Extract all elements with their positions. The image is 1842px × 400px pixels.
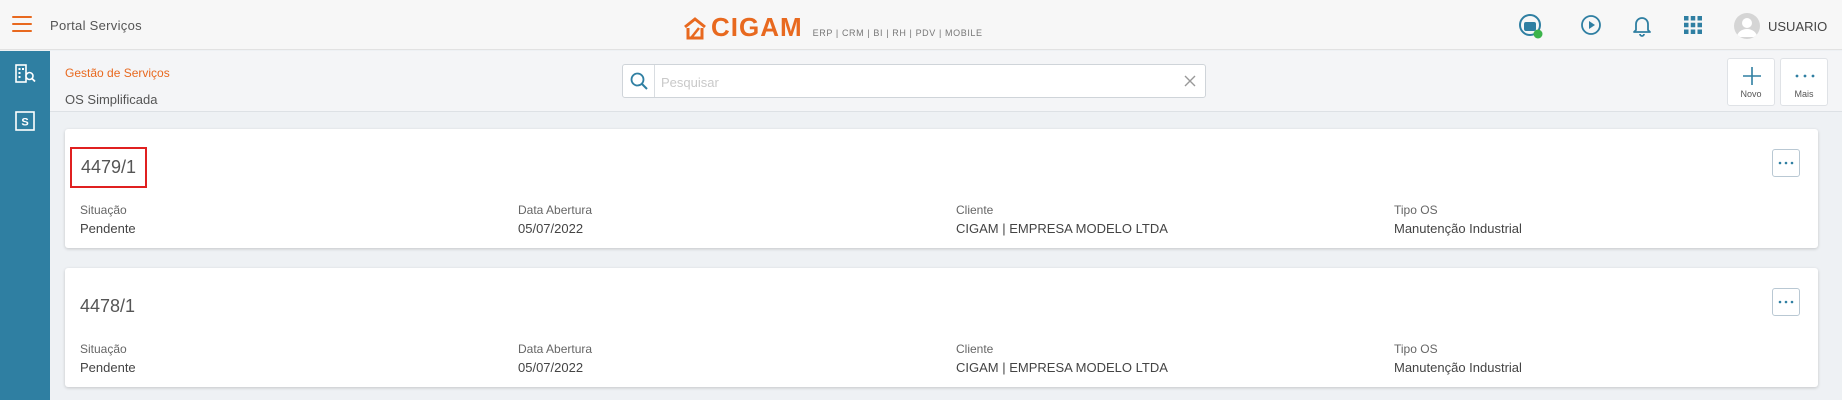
sidebar: S: [0, 51, 50, 400]
page-header: Gestão de Serviços OS Simplificada Novo …: [50, 51, 1842, 112]
new-button-label: Novo: [1740, 89, 1762, 99]
field-label: Cliente: [956, 203, 994, 217]
clear-search-icon[interactable]: [1183, 74, 1197, 88]
user-menu[interactable]: USUARIO: [1734, 13, 1827, 39]
card-menu-button[interactable]: [1772, 149, 1800, 177]
field-label: Tipo OS: [1394, 203, 1438, 217]
field-label: Cliente: [956, 342, 994, 356]
field-value: Pendente: [80, 360, 136, 375]
cliente-field: Cliente CIGAM | EMPRESA MODELO LTDA: [956, 342, 1168, 375]
logo-subtitle: ERP | CRM | BI | RH | PDV | MOBILE: [812, 28, 983, 38]
field-value: CIGAM | EMPRESA MODELO LTDA: [956, 360, 1168, 375]
building-search-icon: [15, 64, 36, 83]
top-bar: Portal Serviços CIGAM ERP | CRM | BI | R…: [0, 0, 1842, 50]
more-dots-icon: [1778, 161, 1794, 165]
card-menu-button[interactable]: [1772, 288, 1800, 316]
tipo-os-field: Tipo OS Manutenção Industrial: [1394, 342, 1522, 375]
more-button-label: Mais: [1794, 89, 1814, 99]
data-abertura-field: Data Abertura 05/07/2022: [518, 342, 592, 375]
sidebar-item-s[interactable]: S: [13, 109, 37, 133]
search-input[interactable]: [661, 72, 1161, 92]
order-number[interactable]: 4478/1: [80, 296, 135, 317]
notifications-bell-icon[interactable]: [1630, 13, 1654, 37]
field-label: Situação: [80, 203, 127, 217]
more-button[interactable]: Mais: [1780, 58, 1828, 106]
cliente-field: Cliente CIGAM | EMPRESA MODELO LTDA: [956, 203, 1168, 236]
field-value: Manutenção Industrial: [1394, 221, 1522, 236]
field-label: Tipo OS: [1394, 342, 1438, 356]
field-value: 05/07/2022: [518, 360, 584, 375]
tipo-os-field: Tipo OS Manutenção Industrial: [1394, 203, 1522, 236]
new-button[interactable]: Novo: [1727, 58, 1775, 106]
field-label: Situação: [80, 342, 127, 356]
service-order-card[interactable]: 4479/1 Situação Pendente Data Abertura 0…: [65, 129, 1818, 248]
logo-text: CIGAM: [711, 12, 803, 42]
user-name: USUARIO: [1768, 18, 1828, 34]
cigam-logo-icon: [684, 17, 706, 40]
field-value: Manutenção Industrial: [1394, 360, 1522, 375]
more-dots-icon: [1778, 300, 1794, 304]
field-value: CIGAM | EMPRESA MODELO LTDA: [956, 221, 1168, 236]
data-abertura-field: Data Abertura 05/07/2022: [518, 203, 592, 236]
chat-icon[interactable]: [1579, 13, 1603, 37]
search-box: [622, 64, 1206, 98]
plus-icon: [1743, 67, 1761, 85]
sidebar-item-service-search[interactable]: [13, 62, 37, 86]
search-icon[interactable]: [623, 65, 655, 97]
s-box-icon: S: [15, 111, 35, 131]
field-label: Data Abertura: [518, 203, 593, 217]
order-number[interactable]: 4479/1: [70, 147, 148, 188]
service-order-card[interactable]: 4478/1 Situação Pendente Data Abertura 0…: [65, 268, 1818, 387]
field-label: Data Abertura: [518, 342, 593, 356]
cigam-logo: CIGAM ERP | CRM | BI | RH | PDV | MOBILE: [683, 12, 983, 40]
page-title: OS Simplificada: [65, 92, 158, 107]
situacao-field: Situação Pendente: [80, 203, 136, 236]
svg-text:S: S: [21, 117, 28, 129]
more-dots-icon: [1795, 74, 1815, 78]
field-value: 05/07/2022: [518, 221, 584, 236]
breadcrumb[interactable]: Gestão de Serviços: [65, 66, 170, 80]
field-value: Pendente: [80, 221, 136, 236]
menu-icon[interactable]: [12, 16, 32, 32]
situacao-field: Situação Pendente: [80, 342, 136, 375]
app-title: Portal Serviços: [50, 18, 142, 33]
apps-grid-icon[interactable]: [1681, 13, 1705, 37]
support-agent-icon[interactable]: [1518, 13, 1543, 39]
avatar-icon: [1734, 13, 1760, 39]
